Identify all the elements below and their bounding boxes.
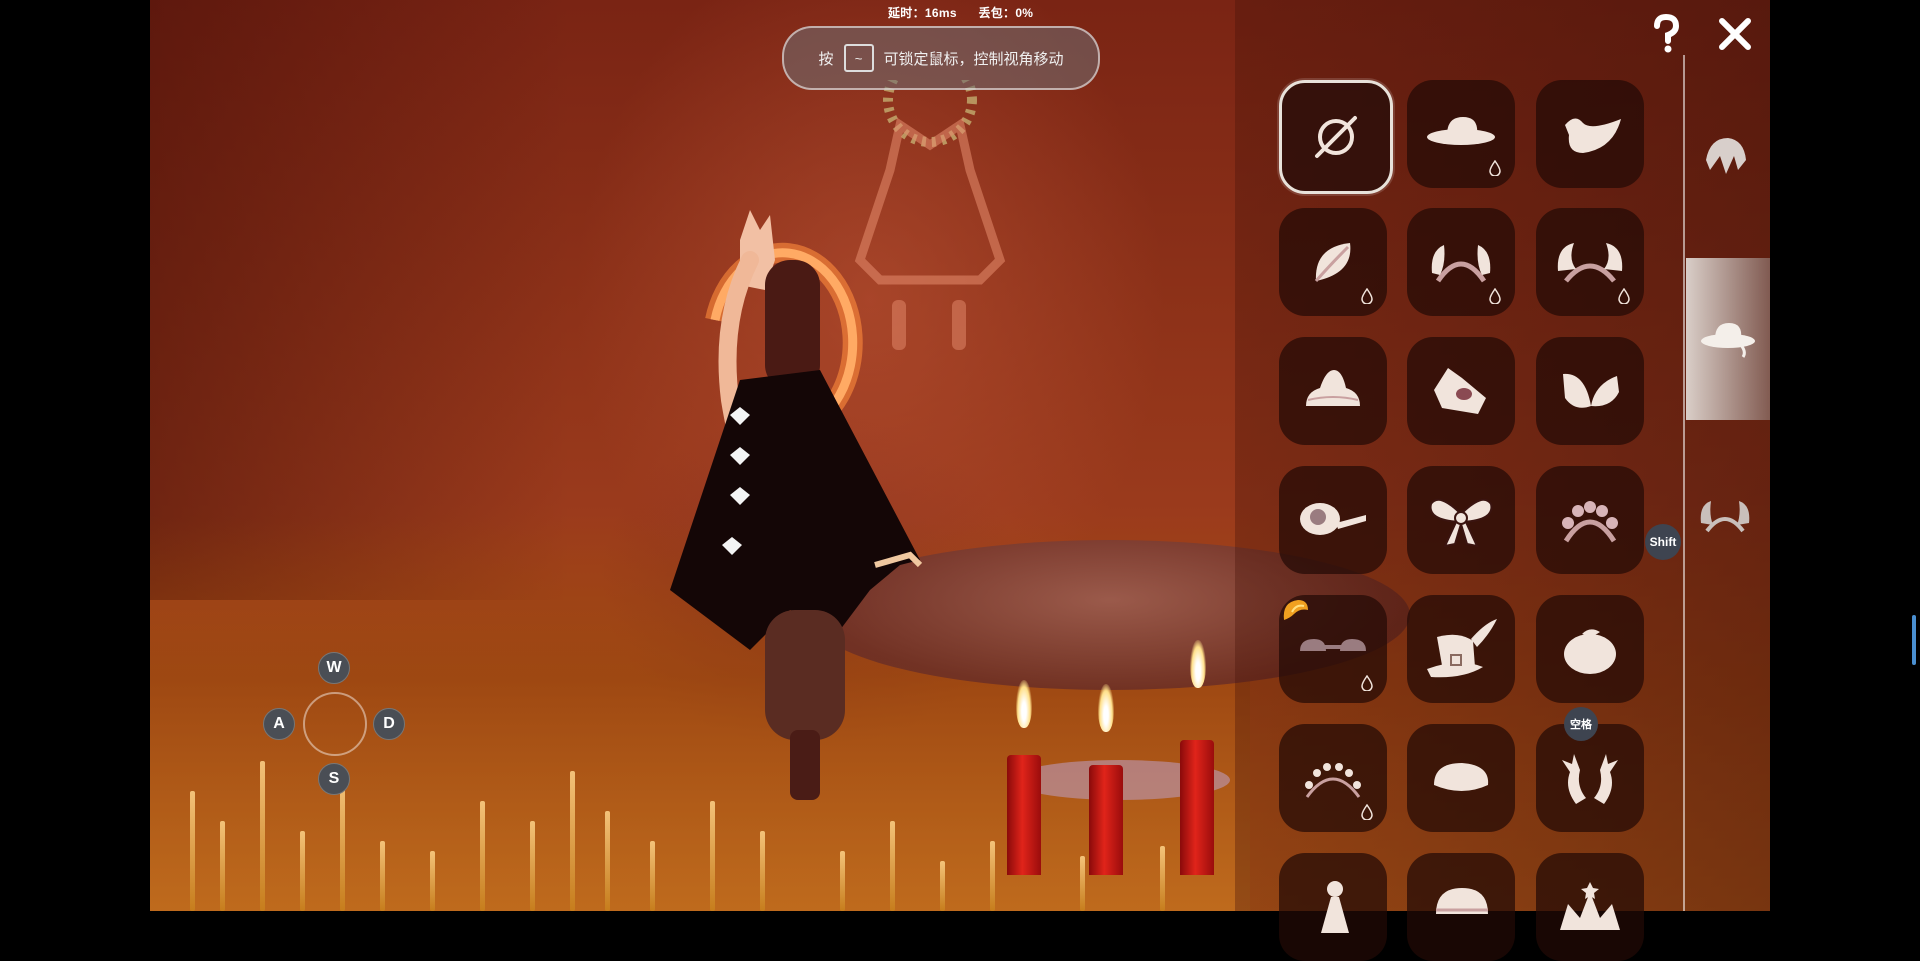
cave-wall-shadow bbox=[150, 0, 570, 600]
figure-icon bbox=[1321, 881, 1349, 933]
candle[interactable] bbox=[1007, 755, 1041, 875]
hair-icon bbox=[1706, 138, 1746, 174]
item-cap[interactable] bbox=[1407, 853, 1515, 961]
close-icon bbox=[1719, 18, 1751, 50]
item-pipe[interactable] bbox=[1279, 466, 1387, 574]
mouse-lock-hint: 按 ~ 可锁定鼠标，控制视角移动 bbox=[782, 26, 1100, 90]
d-key[interactable]: D bbox=[373, 708, 405, 740]
ear-headband-icon bbox=[1431, 245, 1491, 283]
item-ear-headband[interactable] bbox=[1407, 208, 1515, 316]
tilde-key-icon: ~ bbox=[843, 44, 874, 72]
droplet-icon bbox=[1618, 288, 1630, 304]
item-sun-hat[interactable] bbox=[1407, 80, 1515, 188]
swirl-hat-icon bbox=[1306, 370, 1360, 406]
crown-icon bbox=[1560, 882, 1620, 930]
onigiri-bow-icon bbox=[1434, 368, 1486, 414]
item-antlers[interactable] bbox=[1536, 724, 1644, 832]
item-crown[interactable] bbox=[1536, 853, 1644, 961]
fruit-icon bbox=[1564, 629, 1616, 674]
new-item-marker-icon bbox=[1283, 600, 1308, 620]
category-hat[interactable] bbox=[1686, 258, 1770, 420]
item-butterfly-wings[interactable] bbox=[1536, 337, 1644, 445]
witch-hat-icon bbox=[1427, 619, 1497, 678]
lock-hint-prefix: 按 bbox=[818, 50, 834, 68]
scroll-indicator[interactable] bbox=[1912, 615, 1916, 665]
packet-loss-label: 丢包：0% bbox=[978, 6, 1034, 20]
category-divider bbox=[1683, 55, 1685, 911]
item-flower-crown[interactable] bbox=[1536, 466, 1644, 574]
item-wing-headband[interactable] bbox=[1536, 208, 1644, 316]
droplet-icon bbox=[1361, 288, 1373, 304]
item-leaf[interactable] bbox=[1279, 208, 1387, 316]
butterfly-wings-icon bbox=[1563, 373, 1619, 408]
item-none[interactable] bbox=[1279, 80, 1393, 194]
droplet-icon bbox=[1361, 675, 1373, 691]
shift-key-badge: Shift bbox=[1645, 524, 1681, 560]
leaf-icon bbox=[1314, 243, 1351, 282]
category-hair[interactable] bbox=[1690, 110, 1760, 200]
close-button[interactable] bbox=[1713, 12, 1757, 56]
flower-crown-icon bbox=[1562, 501, 1618, 543]
empty-set-icon bbox=[1315, 116, 1357, 158]
help-button[interactable] bbox=[1644, 12, 1688, 56]
sun-hat-icon bbox=[1427, 117, 1495, 145]
goggles-icon bbox=[1300, 639, 1366, 651]
w-key[interactable]: W bbox=[318, 652, 350, 684]
droplet-icon bbox=[1489, 288, 1501, 304]
help-icon bbox=[1654, 14, 1680, 53]
candle[interactable] bbox=[1180, 740, 1214, 875]
network-stats: 延时：16ms 丢包：0% bbox=[888, 4, 1051, 21]
hat-icon bbox=[1701, 323, 1755, 358]
bead-crown-icon bbox=[1305, 763, 1361, 798]
bow-icon bbox=[1429, 498, 1493, 548]
space-key-badge: 空格 bbox=[1564, 707, 1598, 741]
candle-flame bbox=[1016, 680, 1032, 728]
item-bow[interactable] bbox=[1407, 466, 1515, 574]
droplet-icon bbox=[1489, 160, 1501, 176]
beret-icon bbox=[1434, 763, 1489, 791]
item-bird[interactable] bbox=[1536, 80, 1644, 188]
latency-label: 延时：16ms bbox=[888, 6, 957, 20]
lock-hint-text: 可锁定鼠标，控制视角移动 bbox=[883, 50, 1064, 68]
item-onigiri-bow[interactable] bbox=[1407, 337, 1515, 445]
player-character bbox=[670, 210, 923, 800]
candle[interactable] bbox=[1089, 765, 1123, 875]
item-witch-hat[interactable] bbox=[1407, 595, 1515, 703]
item-swirl-hat[interactable] bbox=[1279, 337, 1387, 445]
wing-headband-icon bbox=[1557, 243, 1623, 283]
movement-joystick[interactable] bbox=[303, 692, 367, 756]
a-key[interactable]: A bbox=[263, 708, 295, 740]
candle-flame bbox=[1190, 640, 1206, 688]
pipe-icon bbox=[1300, 503, 1366, 535]
item-fruit[interactable] bbox=[1536, 595, 1644, 703]
item-figure[interactable] bbox=[1279, 853, 1387, 961]
antlers-icon bbox=[1562, 754, 1618, 804]
horns-icon bbox=[1700, 501, 1750, 533]
s-key[interactable]: S bbox=[318, 763, 350, 795]
item-beret[interactable] bbox=[1407, 724, 1515, 832]
item-bead-crown[interactable] bbox=[1279, 724, 1387, 832]
cap-icon bbox=[1436, 888, 1488, 914]
bird-icon bbox=[1565, 118, 1621, 153]
category-horns[interactable] bbox=[1690, 472, 1760, 562]
candle-flame bbox=[1098, 684, 1114, 732]
droplet-icon bbox=[1361, 804, 1373, 820]
